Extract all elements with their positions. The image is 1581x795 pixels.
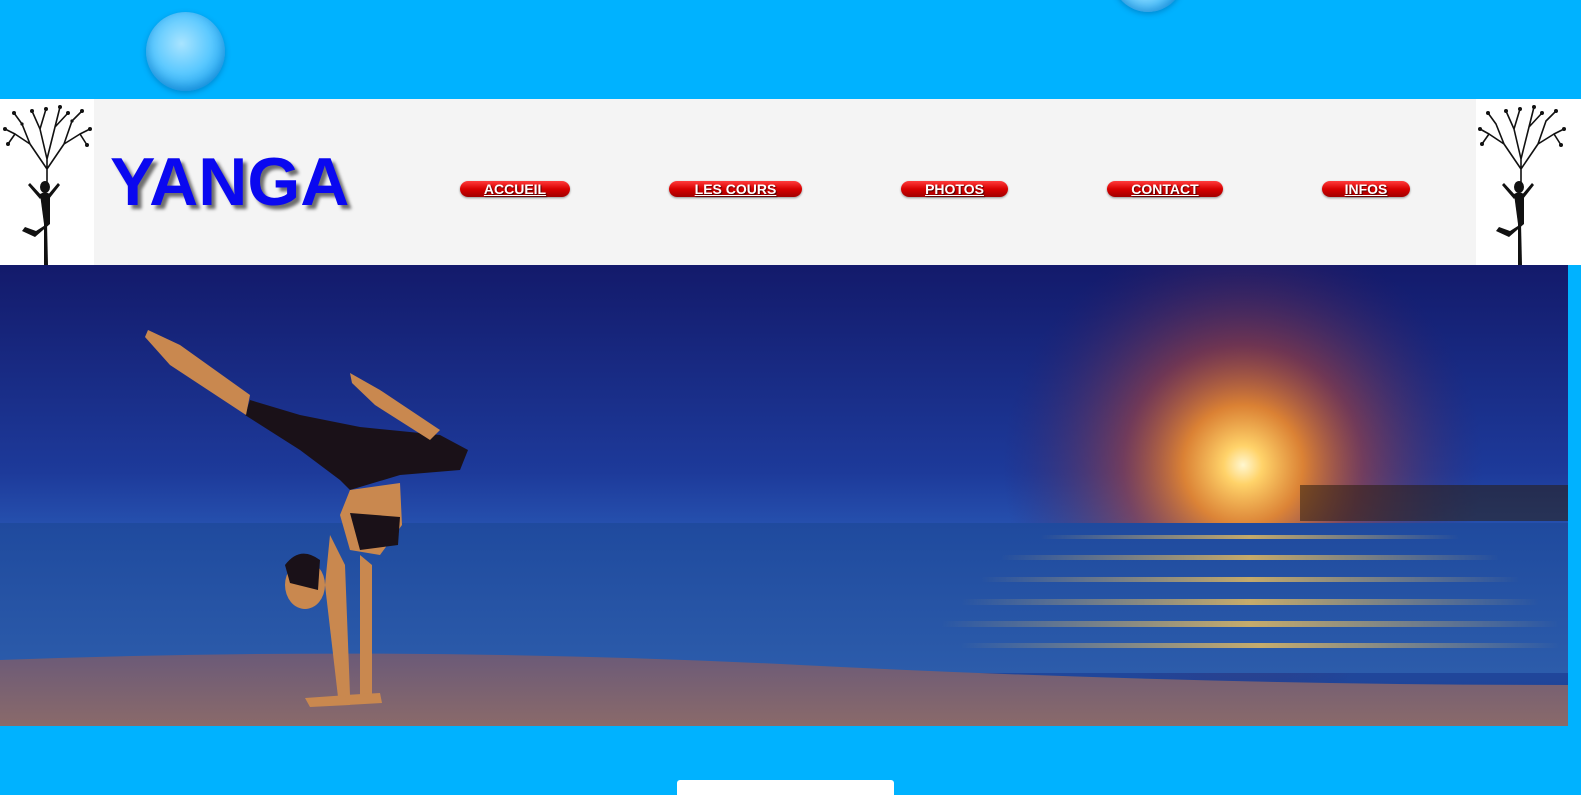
nav-infos-button[interactable]: INFOS <box>1322 181 1410 197</box>
nav-contact-button[interactable]: CONTACT <box>1107 181 1223 197</box>
site-header: YANGA ACCUEIL LES COURS PHOTOS CONTACT I… <box>0 99 1581 265</box>
yoga-tree-icon <box>0 99 94 265</box>
yoga-tree-icon <box>1476 99 1581 265</box>
nav-accueil-button[interactable]: ACCUEIL <box>460 181 570 197</box>
bubble-decoration <box>1112 0 1184 12</box>
bubble-decoration <box>146 12 225 91</box>
yoga-handstand-sunset-image <box>0 265 1568 726</box>
nav-photos-button[interactable]: PHOTOS <box>901 181 1008 197</box>
content-tab <box>677 780 894 795</box>
nav-les-cours-button[interactable]: LES COURS <box>669 181 802 197</box>
site-logo[interactable]: YANGA <box>110 147 349 217</box>
